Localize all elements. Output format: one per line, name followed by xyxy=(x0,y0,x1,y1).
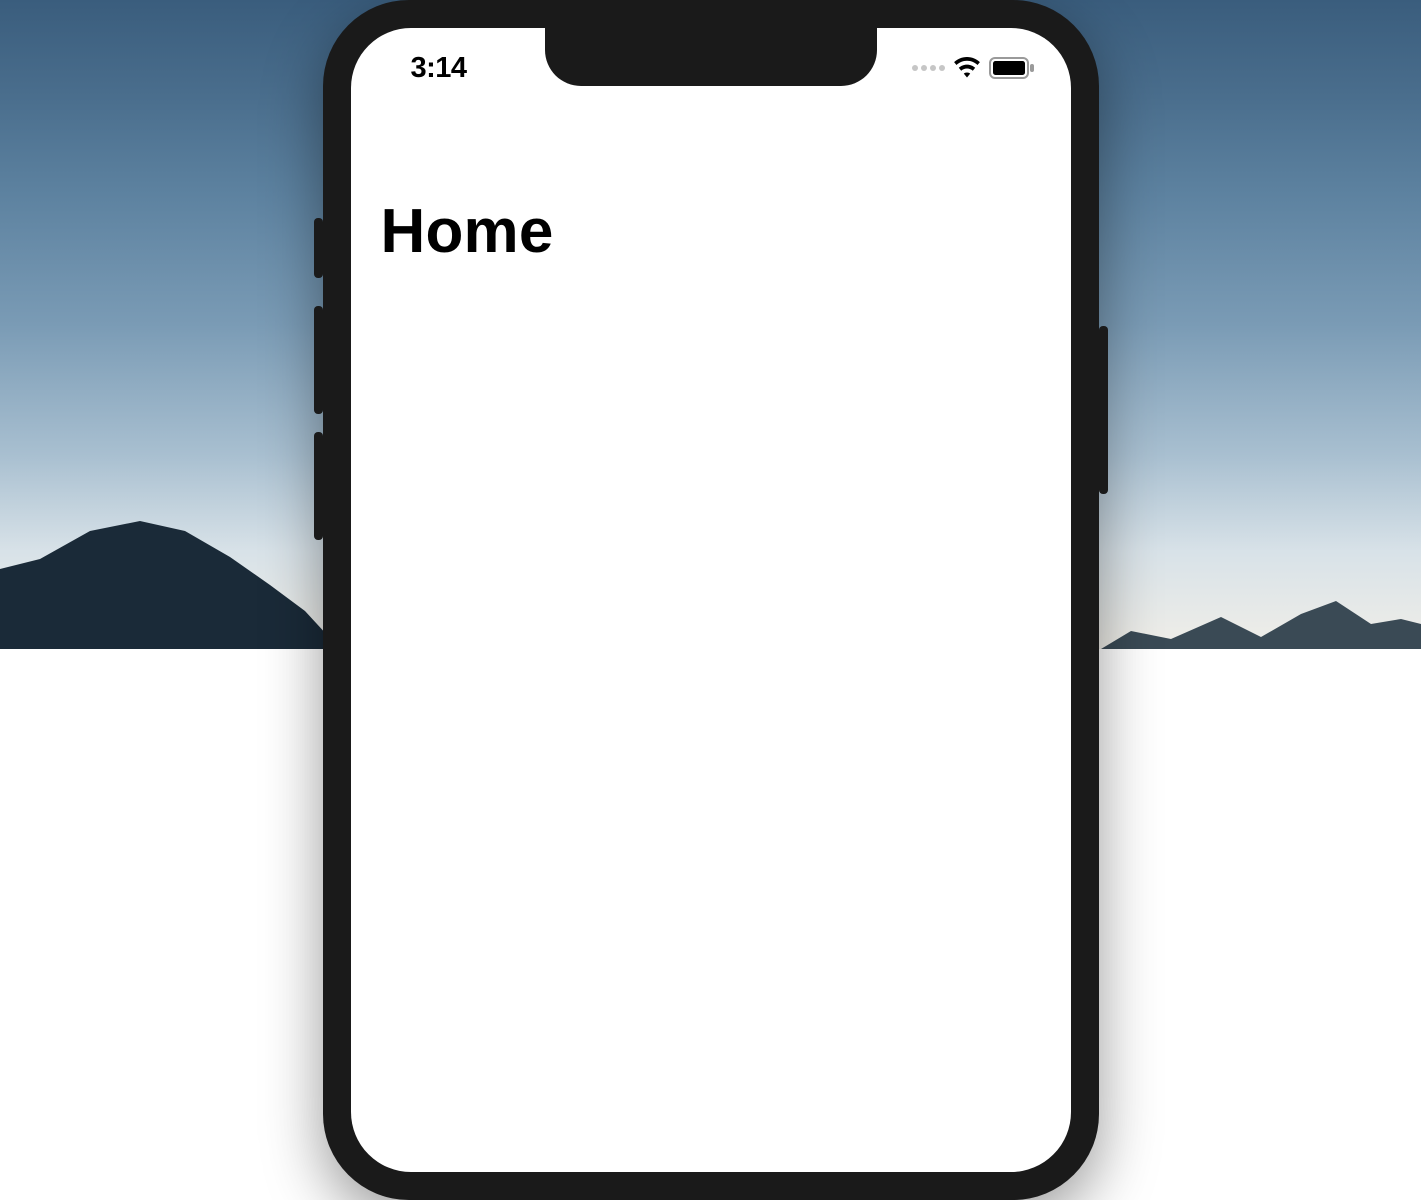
volume-down-button xyxy=(314,432,323,540)
page-content: Home xyxy=(381,196,1041,267)
mountain-left-silhouette xyxy=(0,519,340,649)
status-bar: 3:14 xyxy=(351,28,1071,108)
status-time: 3:14 xyxy=(411,52,467,85)
status-indicators xyxy=(912,57,1035,79)
battery-icon xyxy=(989,57,1035,79)
mountain-right-silhouette xyxy=(1101,569,1421,649)
cellular-signal-icon xyxy=(912,65,945,71)
wifi-icon xyxy=(953,57,981,79)
mute-switch xyxy=(314,218,323,278)
phone-mockup-frame: 3:14 xyxy=(323,0,1099,1200)
page-title: Home xyxy=(381,196,1041,267)
volume-up-button xyxy=(314,306,323,414)
power-button xyxy=(1099,326,1108,494)
phone-screen: 3:14 xyxy=(351,28,1071,1172)
